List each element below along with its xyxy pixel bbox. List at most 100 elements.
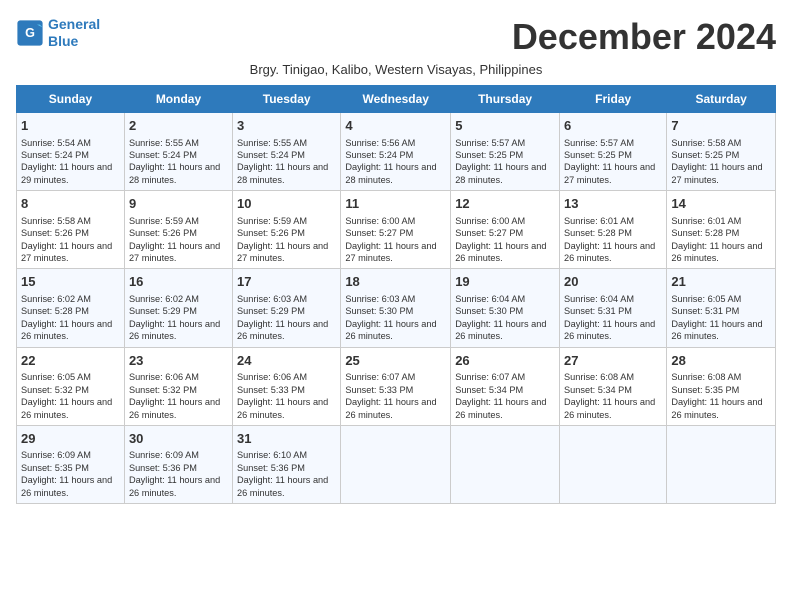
- calendar-cell: [341, 425, 451, 503]
- day-number: 2: [129, 117, 228, 135]
- day-number: 29: [21, 430, 120, 448]
- calendar-week-row: 1 Sunrise: 5:54 AM Sunset: 5:24 PM Daylig…: [17, 113, 776, 191]
- day-number: 5: [455, 117, 555, 135]
- day-number: 17: [237, 273, 336, 291]
- calendar-cell: 5 Sunrise: 5:57 AM Sunset: 5:25 PM Daylig…: [451, 113, 560, 191]
- day-info: Sunrise: 6:02 AM Sunset: 5:28 PM Dayligh…: [21, 293, 120, 343]
- calendar-cell: 12 Sunrise: 6:00 AM Sunset: 5:27 PM Dayli…: [451, 191, 560, 269]
- calendar-cell: 30Sunrise: 6:09 AM Sunset: 5:36 PM Dayli…: [124, 425, 232, 503]
- day-number: 15: [21, 273, 120, 291]
- day-number: 23: [129, 352, 228, 370]
- calendar-cell: 17 Sunrise: 6:03 AM Sunset: 5:29 PM Dayli…: [233, 269, 341, 347]
- day-info: Sunrise: 6:08 AM Sunset: 5:34 PM Dayligh…: [564, 371, 662, 421]
- day-info: Sunrise: 6:00 AM Sunset: 5:27 PM Dayligh…: [345, 215, 446, 265]
- day-info: Sunrise: 5:54 AM Sunset: 5:24 PM Dayligh…: [21, 137, 120, 187]
- column-header-thursday: Thursday: [451, 86, 560, 113]
- calendar-cell: 9Sunrise: 5:59 AM Sunset: 5:26 PM Daylig…: [124, 191, 232, 269]
- calendar-table: SundayMondayTuesdayWednesdayThursdayFrid…: [16, 85, 776, 504]
- calendar-cell: 7Sunrise: 5:58 AM Sunset: 5:25 PM Daylig…: [667, 113, 776, 191]
- day-number: 21: [671, 273, 771, 291]
- calendar-cell: [451, 425, 560, 503]
- calendar-cell: 25Sunrise: 6:07 AM Sunset: 5:33 PM Dayli…: [341, 347, 451, 425]
- calendar-cell: 27Sunrise: 6:08 AM Sunset: 5:34 PM Dayli…: [560, 347, 667, 425]
- day-info: Sunrise: 6:10 AM Sunset: 5:36 PM Dayligh…: [237, 449, 336, 499]
- day-number: 19: [455, 273, 555, 291]
- day-number: 28: [671, 352, 771, 370]
- day-number: 3: [237, 117, 336, 135]
- calendar-week-row: 8Sunrise: 5:58 AM Sunset: 5:26 PM Daylig…: [17, 191, 776, 269]
- day-info: Sunrise: 6:04 AM Sunset: 5:31 PM Dayligh…: [564, 293, 662, 343]
- calendar-cell: 4Sunrise: 5:56 AM Sunset: 5:24 PM Daylig…: [341, 113, 451, 191]
- calendar-cell: 15 Sunrise: 6:02 AM Sunset: 5:28 PM Dayli…: [17, 269, 125, 347]
- day-number: 6: [564, 117, 662, 135]
- calendar-week-row: 22Sunrise: 6:05 AM Sunset: 5:32 PM Dayli…: [17, 347, 776, 425]
- day-info: Sunrise: 5:58 AM Sunset: 5:25 PM Dayligh…: [671, 137, 771, 187]
- day-number: 30: [129, 430, 228, 448]
- calendar-cell: 6Sunrise: 5:57 AM Sunset: 5:25 PM Daylig…: [560, 113, 667, 191]
- day-info: Sunrise: 5:56 AM Sunset: 5:24 PM Dayligh…: [345, 137, 446, 187]
- day-number: 27: [564, 352, 662, 370]
- day-info: Sunrise: 6:07 AM Sunset: 5:34 PM Dayligh…: [455, 371, 555, 421]
- calendar-cell: 16Sunrise: 6:02 AM Sunset: 5:29 PM Dayli…: [124, 269, 232, 347]
- calendar-cell: 2 Sunrise: 5:55 AM Sunset: 5:24 PM Daylig…: [124, 113, 232, 191]
- day-info: Sunrise: 6:09 AM Sunset: 5:35 PM Dayligh…: [21, 449, 120, 499]
- column-header-sunday: Sunday: [17, 86, 125, 113]
- day-number: 9: [129, 195, 228, 213]
- calendar-header-row: SundayMondayTuesdayWednesdayThursdayFrid…: [17, 86, 776, 113]
- calendar-cell: 26Sunrise: 6:07 AM Sunset: 5:34 PM Dayli…: [451, 347, 560, 425]
- day-info: Sunrise: 6:05 AM Sunset: 5:32 PM Dayligh…: [21, 371, 120, 421]
- day-info: Sunrise: 6:06 AM Sunset: 5:33 PM Dayligh…: [237, 371, 336, 421]
- calendar-cell: 28Sunrise: 6:08 AM Sunset: 5:35 PM Dayli…: [667, 347, 776, 425]
- calendar-cell: 31Sunrise: 6:10 AM Sunset: 5:36 PM Dayli…: [233, 425, 341, 503]
- day-number: 26: [455, 352, 555, 370]
- calendar-cell: 24Sunrise: 6:06 AM Sunset: 5:33 PM Dayli…: [233, 347, 341, 425]
- day-number: 31: [237, 430, 336, 448]
- day-info: Sunrise: 6:03 AM Sunset: 5:30 PM Dayligh…: [345, 293, 446, 343]
- svg-text:G: G: [25, 26, 35, 40]
- month-title: December 2024: [512, 16, 776, 58]
- calendar-cell: 21 Sunrise: 6:05 AM Sunset: 5:31 PM Dayli…: [667, 269, 776, 347]
- logo: G General Blue: [16, 16, 100, 50]
- day-number: 25: [345, 352, 446, 370]
- calendar-cell: 14 Sunrise: 6:01 AM Sunset: 5:28 PM Dayli…: [667, 191, 776, 269]
- day-number: 12: [455, 195, 555, 213]
- day-info: Sunrise: 6:06 AM Sunset: 5:32 PM Dayligh…: [129, 371, 228, 421]
- day-info: Sunrise: 6:07 AM Sunset: 5:33 PM Dayligh…: [345, 371, 446, 421]
- column-header-monday: Monday: [124, 86, 232, 113]
- day-info: Sunrise: 6:01 AM Sunset: 5:28 PM Dayligh…: [671, 215, 771, 265]
- calendar-week-row: 15 Sunrise: 6:02 AM Sunset: 5:28 PM Dayli…: [17, 269, 776, 347]
- column-header-friday: Friday: [560, 86, 667, 113]
- day-number: 13: [564, 195, 662, 213]
- column-header-tuesday: Tuesday: [233, 86, 341, 113]
- calendar-cell: 11Sunrise: 6:00 AM Sunset: 5:27 PM Dayli…: [341, 191, 451, 269]
- day-info: Sunrise: 6:00 AM Sunset: 5:27 PM Dayligh…: [455, 215, 555, 265]
- day-info: Sunrise: 6:03 AM Sunset: 5:29 PM Dayligh…: [237, 293, 336, 343]
- calendar-cell: 20 Sunrise: 6:04 AM Sunset: 5:31 PM Dayli…: [560, 269, 667, 347]
- day-info: Sunrise: 6:04 AM Sunset: 5:30 PM Dayligh…: [455, 293, 555, 343]
- column-header-wednesday: Wednesday: [341, 86, 451, 113]
- day-info: Sunrise: 6:05 AM Sunset: 5:31 PM Dayligh…: [671, 293, 771, 343]
- calendar-cell: 1 Sunrise: 5:54 AM Sunset: 5:24 PM Daylig…: [17, 113, 125, 191]
- day-info: Sunrise: 6:01 AM Sunset: 5:28 PM Dayligh…: [564, 215, 662, 265]
- day-info: Sunrise: 5:59 AM Sunset: 5:26 PM Dayligh…: [237, 215, 336, 265]
- day-number: 20: [564, 273, 662, 291]
- day-number: 14: [671, 195, 771, 213]
- calendar-cell: [560, 425, 667, 503]
- day-info: Sunrise: 5:55 AM Sunset: 5:24 PM Dayligh…: [129, 137, 228, 187]
- column-header-saturday: Saturday: [667, 86, 776, 113]
- day-info: Sunrise: 5:57 AM Sunset: 5:25 PM Dayligh…: [455, 137, 555, 187]
- calendar-cell: 23Sunrise: 6:06 AM Sunset: 5:32 PM Dayli…: [124, 347, 232, 425]
- day-info: Sunrise: 5:55 AM Sunset: 5:24 PM Dayligh…: [237, 137, 336, 187]
- day-number: 1: [21, 117, 120, 135]
- calendar-cell: 10Sunrise: 5:59 AM Sunset: 5:26 PM Dayli…: [233, 191, 341, 269]
- calendar-cell: 8Sunrise: 5:58 AM Sunset: 5:26 PM Daylig…: [17, 191, 125, 269]
- day-info: Sunrise: 6:08 AM Sunset: 5:35 PM Dayligh…: [671, 371, 771, 421]
- calendar-cell: 29Sunrise: 6:09 AM Sunset: 5:35 PM Dayli…: [17, 425, 125, 503]
- calendar-week-row: 29Sunrise: 6:09 AM Sunset: 5:35 PM Dayli…: [17, 425, 776, 503]
- day-info: Sunrise: 6:09 AM Sunset: 5:36 PM Dayligh…: [129, 449, 228, 499]
- calendar-cell: 3 Sunrise: 5:55 AM Sunset: 5:24 PM Daylig…: [233, 113, 341, 191]
- logo-text: General Blue: [48, 16, 100, 50]
- day-info: Sunrise: 5:58 AM Sunset: 5:26 PM Dayligh…: [21, 215, 120, 265]
- day-number: 18: [345, 273, 446, 291]
- calendar-cell: 18 Sunrise: 6:03 AM Sunset: 5:30 PM Dayli…: [341, 269, 451, 347]
